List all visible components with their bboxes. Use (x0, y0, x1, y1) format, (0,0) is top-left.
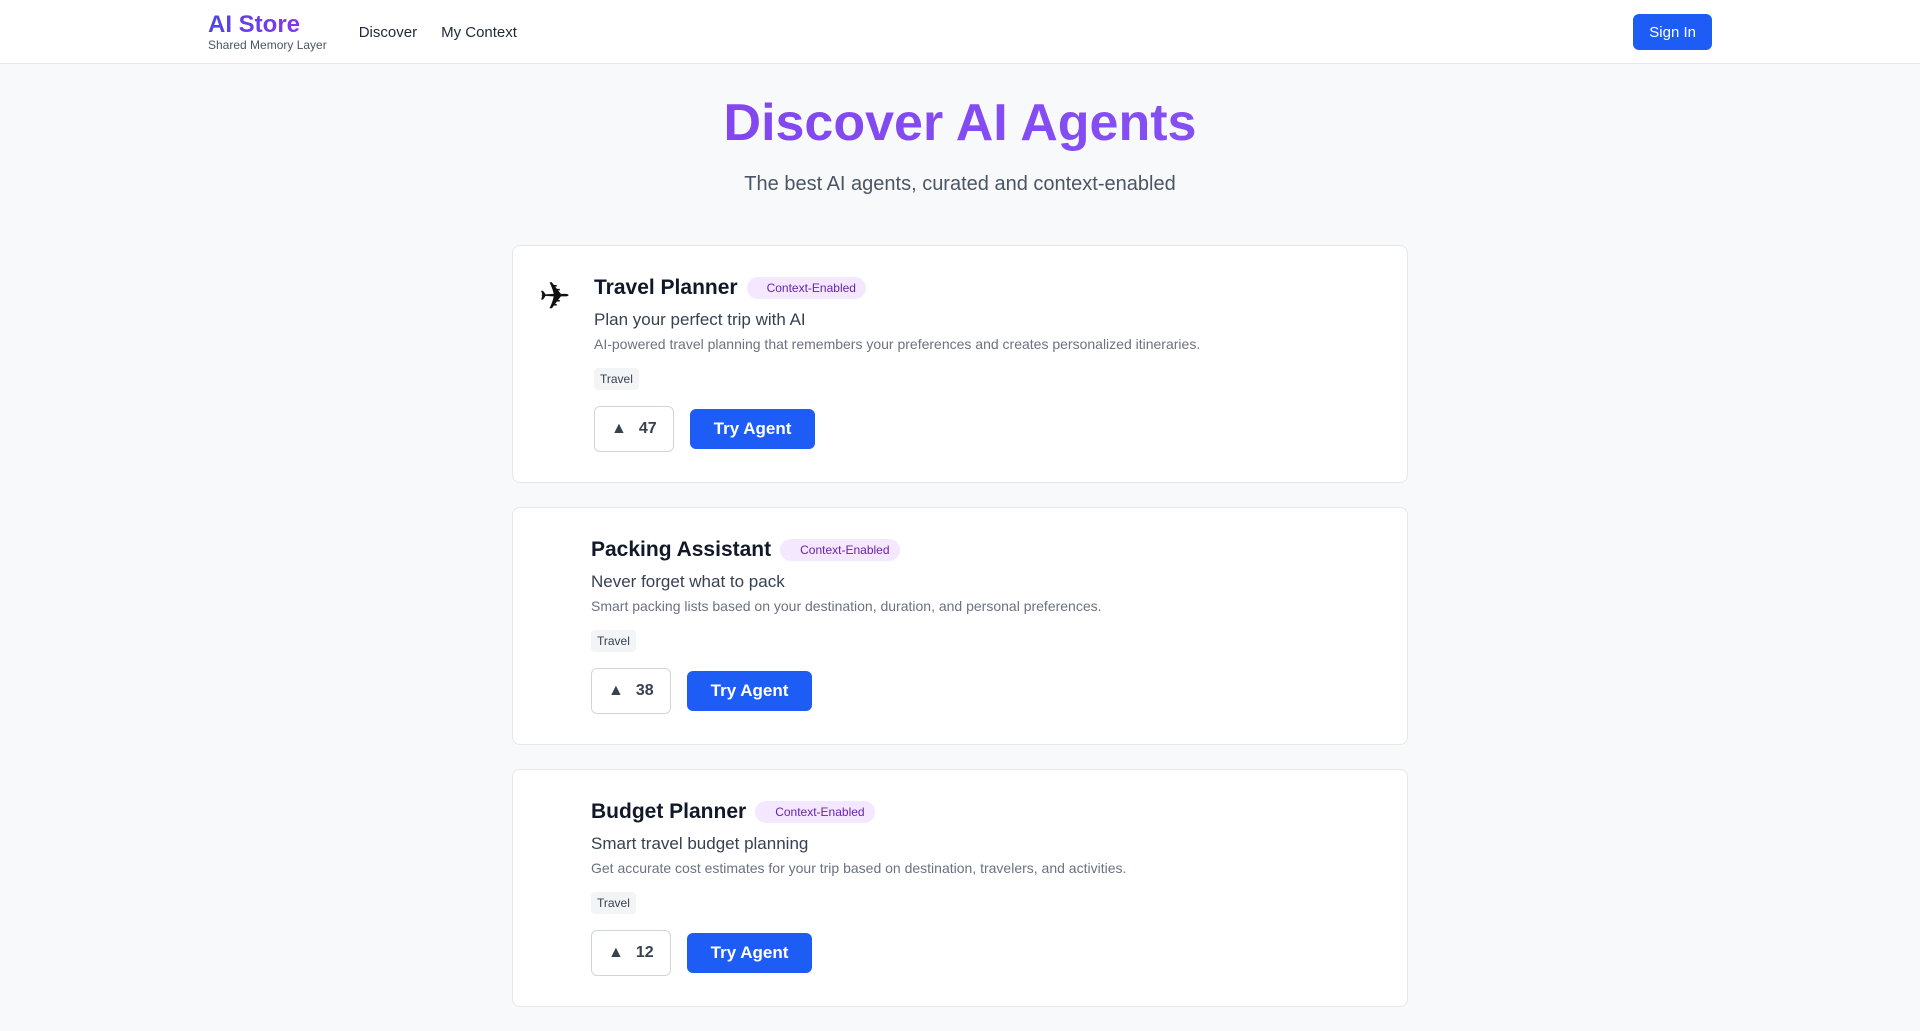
page-title: Discover AI Agents (0, 91, 1920, 155)
agent-tag: Travel (591, 892, 636, 914)
page-subtitle: The best AI agents, curated and context-… (744, 173, 1176, 195)
agent-actions: ▲ 12 Try Agent (591, 930, 1126, 976)
agent-title: Budget Planner (591, 800, 747, 823)
airplane-icon: ✈ (539, 276, 571, 318)
nav-discover[interactable]: Discover (359, 24, 417, 41)
context-enabled-badge: Context-Enabled (780, 539, 900, 561)
agent-tagline: Smart travel budget planning (591, 834, 809, 853)
agent-title-row: Travel Planner Context-Enabled (594, 272, 1200, 304)
agent-tag: Travel (591, 630, 636, 652)
try-agent-button[interactable]: Try Agent (689, 409, 816, 449)
agent-card-budget-planner: Budget Planner Context-Enabled Smart tra… (512, 769, 1408, 1007)
main-nav: Discover My Context (359, 24, 517, 41)
upvote-count: 47 (638, 420, 657, 437)
top-header: AI Store Shared Memory Layer Discover My… (0, 0, 1920, 64)
upvote-button[interactable]: ▲ 47 (594, 406, 674, 452)
agent-description: Get accurate cost estimates for your tri… (591, 860, 1127, 876)
upvote-count: 12 (635, 944, 654, 961)
upvote-count: 38 (635, 682, 654, 699)
brand-subtitle: Shared Memory Layer (208, 38, 327, 52)
brand-title: AI Store (208, 12, 327, 38)
agent-tag: Travel (594, 368, 639, 390)
agent-actions: ▲ 47 Try Agent (594, 406, 1200, 452)
upvote-triangle-icon: ▲ (608, 682, 624, 699)
agent-tagline: Never forget what to pack (591, 572, 785, 591)
upvote-button[interactable]: ▲ 38 (591, 668, 671, 714)
agent-description: Smart packing lists based on your destin… (591, 598, 1102, 614)
header-inner: AI Store Shared Memory Layer Discover My… (208, 0, 1712, 64)
agent-list: ✈ Travel Planner Context-Enabled Plan yo… (512, 245, 1408, 1031)
upvote-triangle-icon: ▲ (608, 944, 624, 961)
agent-card-body: Budget Planner Context-Enabled Smart tra… (591, 796, 1126, 976)
sign-in-button[interactable]: Sign In (1633, 14, 1712, 50)
agent-card-travel-planner: ✈ Travel Planner Context-Enabled Plan yo… (512, 245, 1408, 483)
agent-title-row: Packing Assistant Context-Enabled (591, 534, 1102, 566)
upvote-button[interactable]: ▲ 12 (591, 930, 671, 976)
brand[interactable]: AI Store Shared Memory Layer (208, 12, 327, 53)
hero: Discover AI Agents The best AI agents, c… (0, 64, 1920, 196)
agent-card-body: Packing Assistant Context-Enabled Never … (591, 534, 1102, 714)
try-agent-button[interactable]: Try Agent (686, 671, 813, 711)
agent-title-row: Budget Planner Context-Enabled (591, 796, 1126, 828)
context-enabled-badge: Context-Enabled (755, 801, 875, 823)
upvote-triangle-icon: ▲ (611, 420, 627, 437)
agent-card-body: Travel Planner Context-Enabled Plan your… (594, 272, 1200, 452)
agent-title: Travel Planner (594, 276, 738, 299)
nav-my-context[interactable]: My Context (441, 24, 517, 41)
agent-description: AI-powered travel planning that remember… (594, 336, 1201, 352)
agent-tagline: Plan your perfect trip with AI (594, 310, 806, 329)
agent-actions: ▲ 38 Try Agent (591, 668, 1102, 714)
context-enabled-badge: Context-Enabled (746, 277, 866, 299)
try-agent-button[interactable]: Try Agent (686, 933, 813, 973)
agent-card-packing-assistant: Packing Assistant Context-Enabled Never … (512, 507, 1408, 745)
agent-title: Packing Assistant (591, 538, 772, 561)
